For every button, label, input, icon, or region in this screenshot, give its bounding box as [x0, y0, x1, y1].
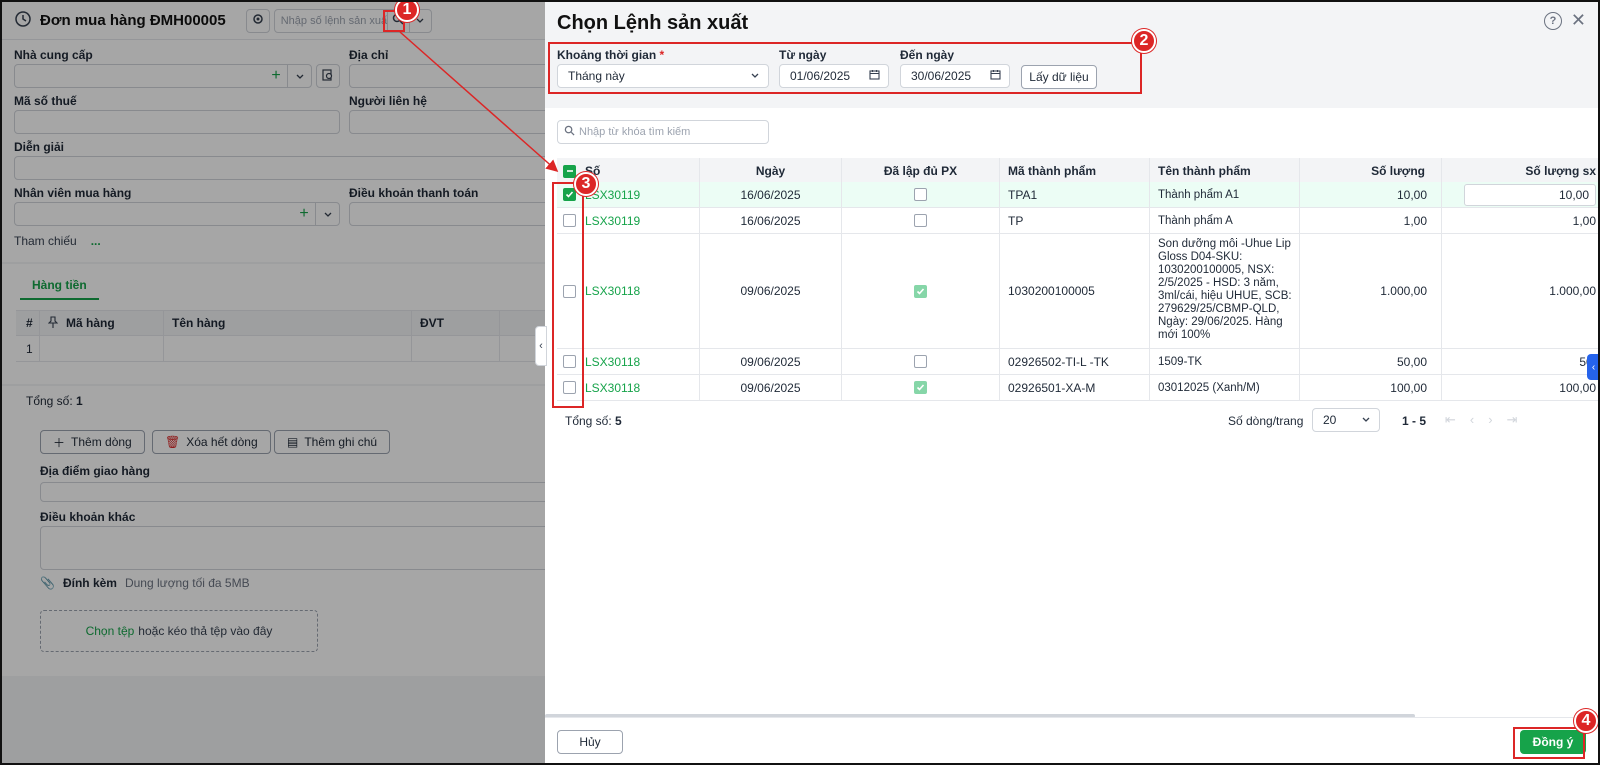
screenshot-frame: [0, 0, 1600, 765]
